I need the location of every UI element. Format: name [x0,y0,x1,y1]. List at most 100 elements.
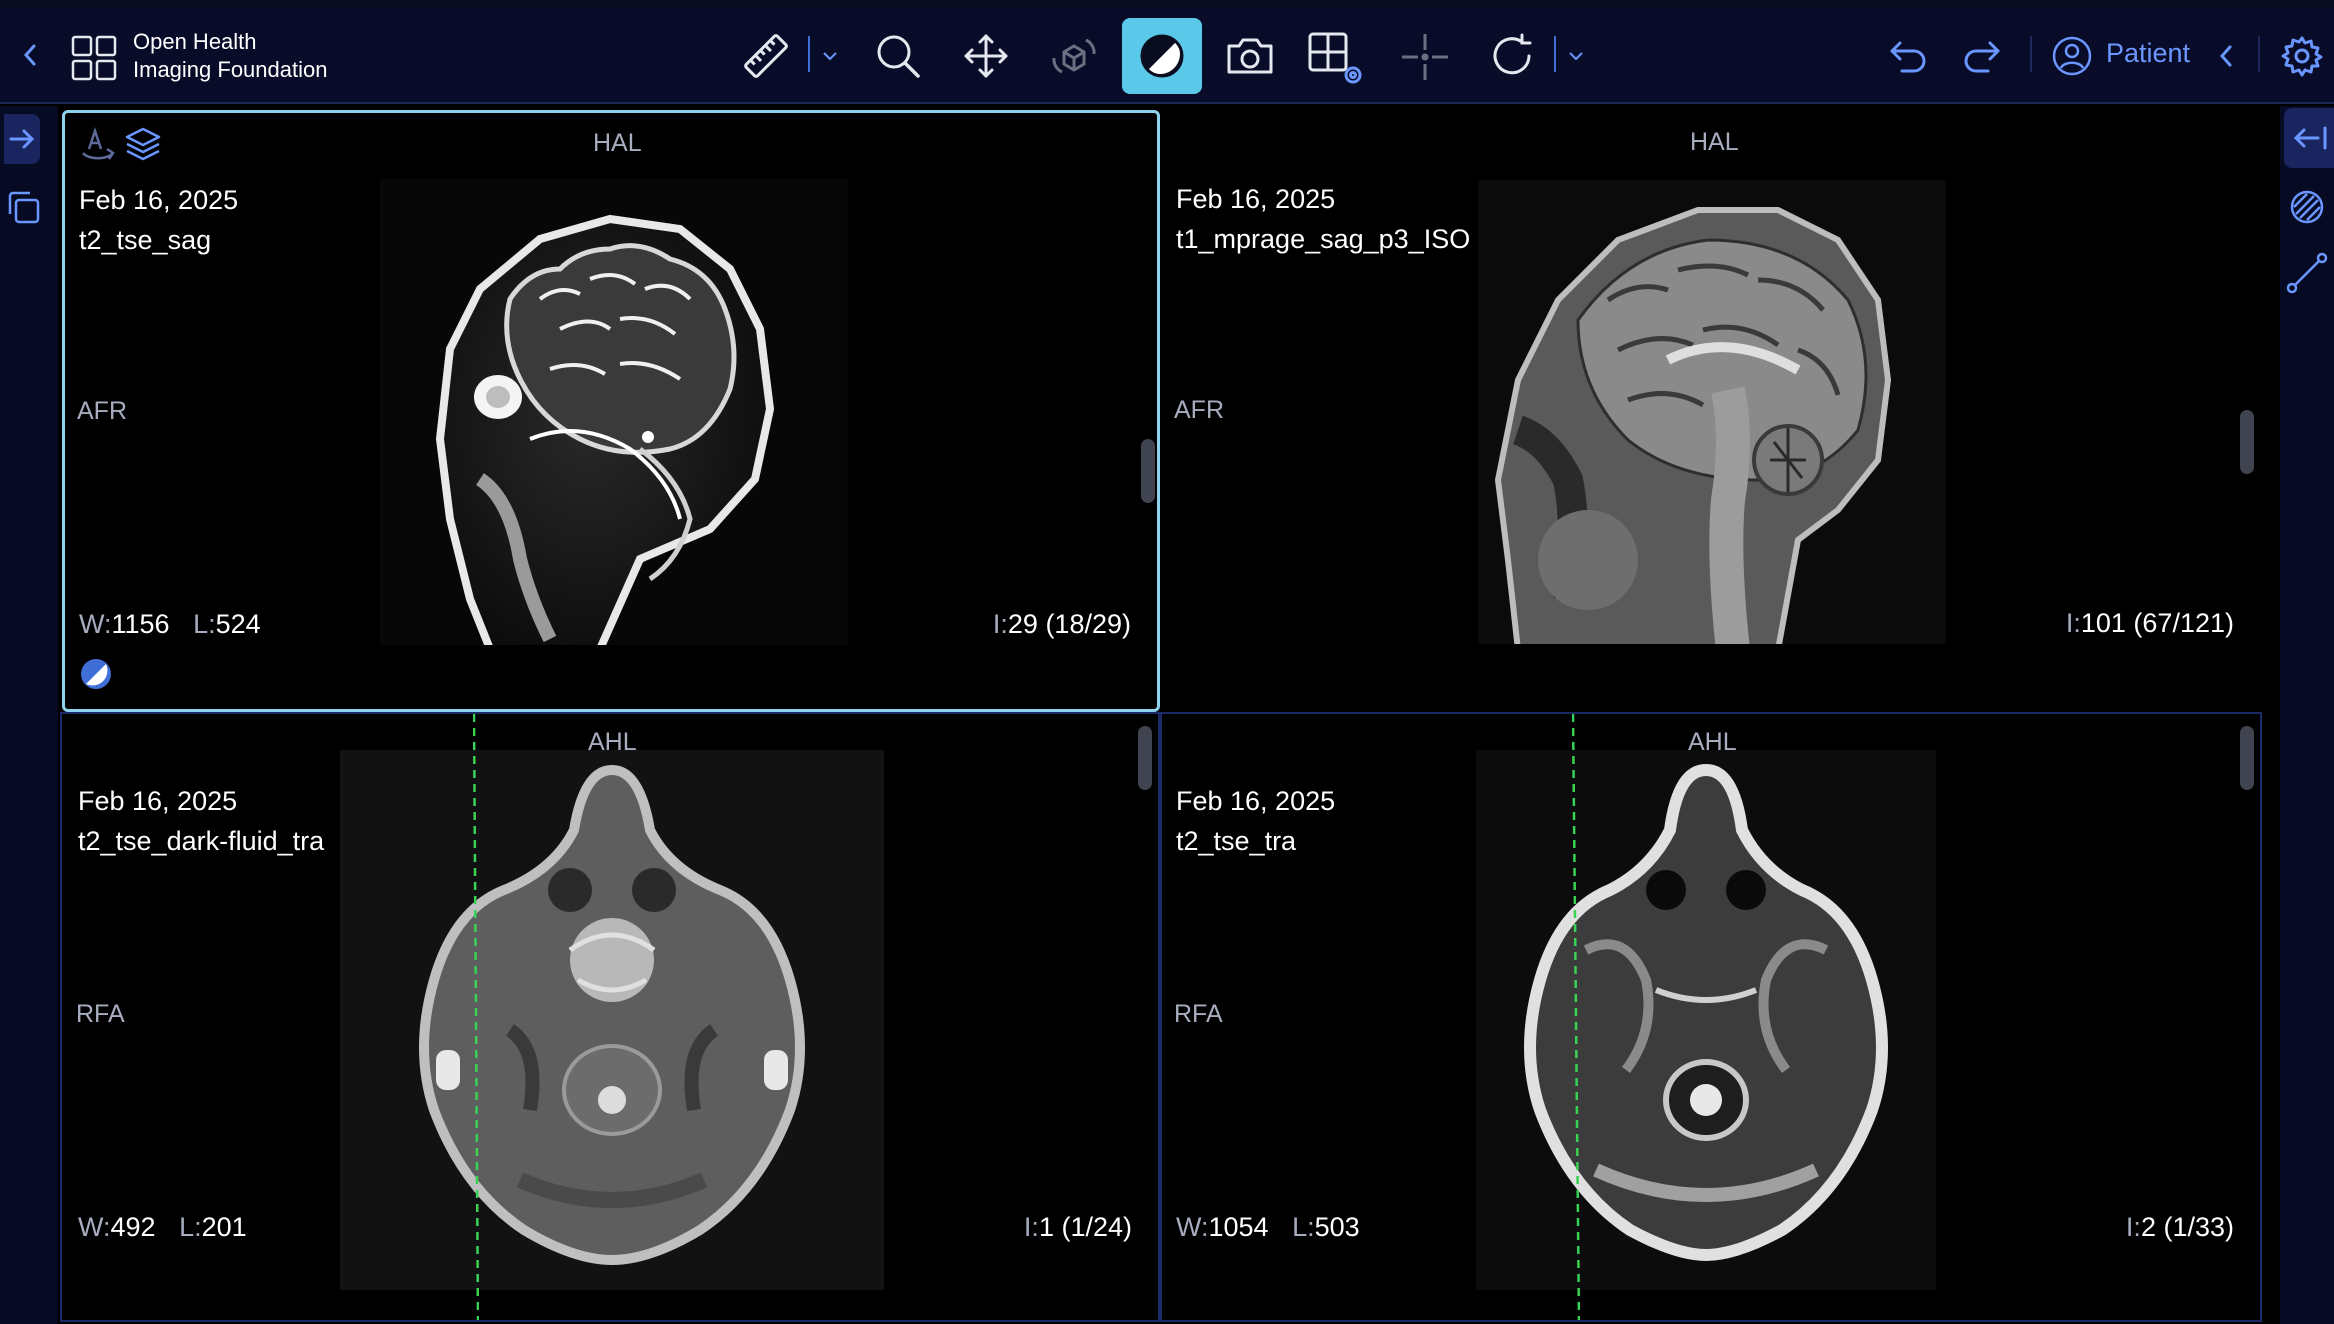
user-circle-icon [2052,36,2092,76]
viewport-scrollbar[interactable] [1138,726,1152,790]
viewport-scrollbar[interactable] [2240,410,2254,474]
instance-label: I: [2125,1212,2141,1242]
arrow-left-bar-icon [2293,126,2327,150]
logo-line-2: Imaging Foundation [133,57,328,82]
toolbar-separator [2258,36,2260,72]
patient-label[interactable]: Patient [2106,38,2190,69]
measurement-tool-button[interactable] [738,30,794,82]
instance-label: I: [2065,608,2081,638]
measure-line-icon [2286,252,2328,294]
mri-image-sagittal-t2[interactable] [380,179,848,645]
orientation-left-label: RFA [76,1000,125,1028]
viewport-scrollbar[interactable] [1141,439,1155,503]
instance-readout: I:29 (18/29) [993,607,1131,641]
study-date: Feb 16, 2025 [78,786,238,816]
study-date: Feb 16, 2025 [79,185,239,215]
back-chevron-icon[interactable] [16,40,44,70]
toolbar-separator [1554,36,1556,72]
orientation-left-label: AFR [1174,396,1224,424]
instance-value: 2 (1/33) [2140,1212,2234,1242]
measurement-dropdown-chevron-icon[interactable] [818,44,842,68]
reference-line [1571,714,1581,1320]
series-description: t2_tse_dark-fluid_tra [78,826,325,856]
camera-icon [1227,38,1273,74]
study-date: Feb 16, 2025 [1176,184,1336,214]
more-tools-chevron-icon[interactable] [1564,44,1588,68]
zoom-tool-button[interactable] [872,30,924,82]
window-level-tool-button[interactable] [1122,18,1202,94]
layers-icon[interactable] [123,125,163,163]
right-side-panel [2280,106,2334,1324]
window-label: W: [78,1212,111,1242]
series-description: t1_mprage_sag_p3_ISO [1176,224,1471,254]
study-browser-button[interactable] [4,188,42,226]
layout-settings-icon [1308,32,1362,84]
window-level-readout: W:1054 L:503 [1176,1210,1360,1244]
mri-image-sagittal-t1[interactable] [1478,180,1946,644]
level-value: 201 [201,1212,247,1242]
study-date: Feb 16, 2025 [1176,786,1336,816]
arrow-right-icon [9,129,35,149]
mri-image-axial-t2[interactable] [1476,750,1936,1290]
stack-icon [8,191,40,224]
settings-button[interactable] [2278,32,2326,80]
orientation-left-label: AFR [77,397,127,425]
instance-readout: I:2 (1/33) [2126,1210,2234,1244]
measurements-panel-button[interactable] [2286,252,2330,296]
logo-text: Open Health Imaging Foundation [133,28,327,84]
viewport-2[interactable]: HAL AFR Feb 16, 2025 t1_mprage_sag_p3_IS… [1160,110,2262,714]
segmentation-icon [2290,190,2324,224]
instance-value: 29 (18/29) [1007,609,1131,639]
ohif-logo-icon [70,34,118,82]
gear-icon [2281,36,2323,77]
orientation-top-label: AHL [588,728,637,756]
orientation-top-label: AHL [1688,728,1737,756]
patient-icon-button[interactable] [2050,34,2094,78]
instance-readout: I:1 (1/24) [1024,1210,1132,1244]
reference-line [472,714,480,1320]
orientation-left-label: RFA [1174,1000,1223,1028]
ruler-icon [744,34,788,78]
capture-tool-button[interactable] [1222,30,1278,82]
window-value: 492 [110,1212,156,1242]
series-description: t2_tse_sag [79,225,212,255]
level-label: L: [1292,1212,1315,1242]
instance-label: I: [992,609,1008,639]
mri-image-axial-flair[interactable] [340,750,884,1290]
expand-right-panel-button[interactable] [2284,108,2334,168]
viewport-scrollbar[interactable] [2240,726,2254,790]
redo-icon [1964,41,2000,73]
redo-button[interactable] [1956,34,2006,80]
3d-rotate-tool-button[interactable] [1048,30,1100,82]
instance-value: 1 (1/24) [1038,1212,1132,1242]
magnifier-icon [877,35,920,78]
crosshairs-tool-button[interactable] [1398,30,1452,84]
top-toolbar: Open Health Imaging Foundation Patient [0,0,2334,104]
level-value: 503 [1314,1212,1360,1242]
rotate-3d-icon [1052,38,1096,74]
crosshair-icon [1402,34,1448,80]
window-value: 1054 [1208,1212,1269,1242]
segmentation-panel-button[interactable] [2288,188,2328,228]
layout-tool-button[interactable] [1306,30,1366,86]
instance-value: 101 (67/121) [2080,608,2234,638]
orientation-marker-icon[interactable] [79,125,119,163]
contrast-icon [1140,34,1184,78]
left-side-panel [0,106,58,1324]
logo-line-1: Open Health [133,29,257,54]
window-level-readout: W:1156 L:524 [79,607,261,641]
level-label: L: [193,609,216,639]
window-value: 1156 [111,609,170,639]
undo-button[interactable] [1884,34,1934,80]
pan-tool-button[interactable] [960,30,1012,82]
level-label: L: [179,1212,202,1242]
instance-readout: I:101 (67/121) [2066,606,2234,640]
expand-left-panel-button[interactable] [4,114,40,164]
viewport-4[interactable]: AHL RFA Feb 16, 2025 t2_tse_tra W:1054 L… [1160,712,2262,1322]
reset-icon [1493,33,1532,75]
move-icon [964,34,1008,78]
viewport-3[interactable]: AHL RFA Feb 16, 2025 t2_tse_dark-fluid_t… [60,712,1160,1322]
reset-view-button[interactable] [1486,30,1538,82]
patient-chevron-icon[interactable] [2214,42,2238,70]
viewport-1[interactable]: HAL AFR Feb 16, 2025 t2_tse_sag W:1156 L… [62,110,1160,712]
